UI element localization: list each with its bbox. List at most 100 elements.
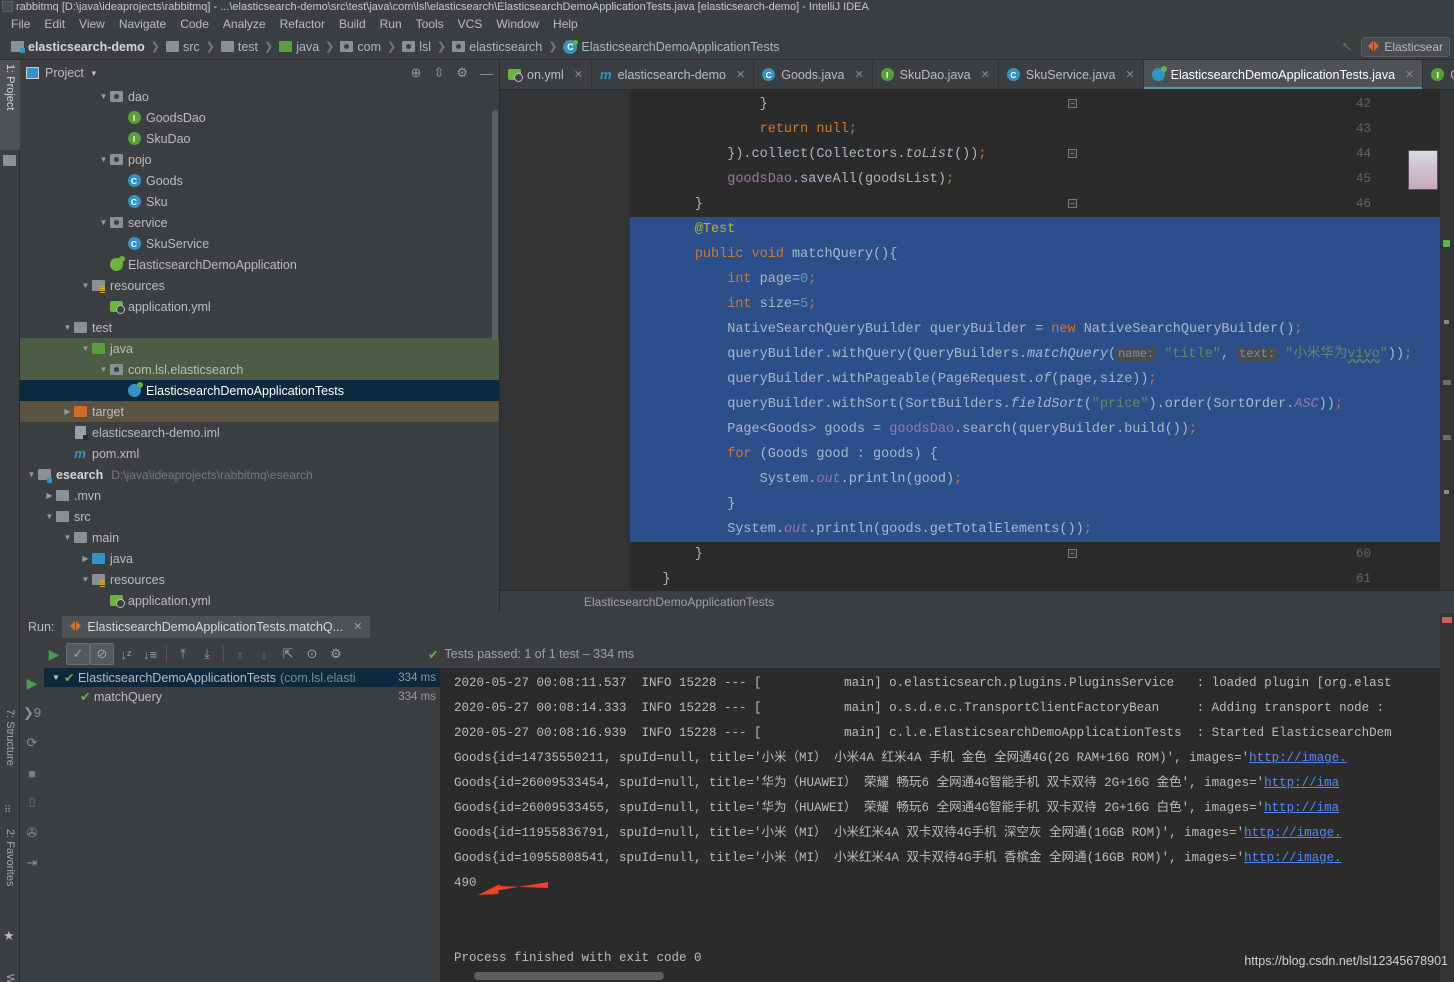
tree-item[interactable]: ▼ service: [20, 212, 499, 233]
breadcrumb-item-lsl[interactable]: lsl: [399, 39, 434, 55]
tree-expand-arrow[interactable]: ▼: [98, 365, 109, 374]
chevron-down-icon[interactable]: ▼: [90, 69, 98, 78]
tree-expand-arrow[interactable]: ▶: [44, 491, 55, 500]
console-output[interactable]: 2020-05-27 00:08:11.537 INFO 15228 --- […: [440, 668, 1440, 982]
tree-item[interactable]: ▼ dao: [20, 86, 499, 107]
project-tree[interactable]: ▼ dao I GoodsDao I SkuDao ▼ pojo C Goods C Sku ▼ serv…: [20, 86, 499, 613]
editor-tab[interactable]: ElasticsearchDemoApplicationTests.java ✕: [1143, 60, 1424, 89]
code-line[interactable]: int size=5;: [630, 292, 1454, 317]
tree-item[interactable]: C SkuService: [20, 233, 499, 254]
tree-item[interactable]: ▶ .mvn: [20, 485, 499, 506]
close-icon[interactable]: ✕: [1125, 68, 1134, 81]
rotate-icon[interactable]: ⟳: [20, 728, 44, 758]
code-line[interactable]: }: [630, 192, 1454, 217]
locate-icon[interactable]: ⊕: [411, 65, 422, 81]
tree-expand-arrow[interactable]: ▼: [80, 344, 91, 353]
collapse-all-icon[interactable]: ⤓: [195, 643, 219, 665]
close-icon[interactable]: ✕: [854, 68, 863, 81]
code-line[interactable]: return null;: [630, 117, 1454, 142]
code-line[interactable]: int page=0;: [630, 267, 1454, 292]
menu-help[interactable]: Help: [546, 15, 585, 33]
close-icon[interactable]: ✕: [1405, 68, 1414, 81]
tree-item[interactable]: ▼ java: [20, 338, 499, 359]
code-editor[interactable]: 42−4344−4546−4748−↻4950515253545556−5758…: [500, 90, 1454, 590]
menu-build[interactable]: Build: [332, 15, 373, 33]
code-line[interactable]: queryBuilder.withQuery(QueryBuilders.mat…: [630, 342, 1454, 367]
code-line[interactable]: Page<Goods> goods = goodsDao.search(quer…: [630, 417, 1454, 442]
code-line[interactable]: }: [630, 542, 1454, 567]
show-passed-icon[interactable]: ✓: [66, 643, 90, 665]
console-hyperlink[interactable]: http://image.: [1244, 851, 1342, 865]
editor-tab-bar[interactable]: on.yml ✕ m elasticsearch-demo ✕ C Goods.java ✕ I…: [500, 60, 1454, 90]
code-line[interactable]: @Test: [630, 217, 1454, 242]
close-icon[interactable]: ✕: [981, 68, 990, 81]
tree-item[interactable]: application.yml: [20, 296, 499, 317]
code-line[interactable]: for (Goods good : goods) {: [630, 442, 1454, 467]
run-configuration-selector[interactable]: Elasticsear: [1361, 36, 1450, 57]
editor-tab[interactable]: m elasticsearch-demo ✕: [592, 60, 755, 89]
test-tree-row[interactable]: ▼ ✔ ElasticsearchDemoApplicationTests (com…: [44, 668, 440, 687]
close-icon[interactable]: ✕: [574, 68, 583, 81]
tree-item[interactable]: ▼ esearch D:\java\ideaprojects\rabbitmq\es…: [20, 464, 499, 485]
sort-duration-icon[interactable]: ↓≡: [138, 643, 162, 665]
expand-all-icon[interactable]: ⤒: [171, 643, 195, 665]
tree-expand-arrow[interactable]: ▼: [62, 323, 73, 332]
code-line[interactable]: System.out.println(goods.getTotalElement…: [630, 517, 1454, 542]
console-vertical-scrollbar[interactable]: [1440, 613, 1454, 982]
tree-item[interactable]: application.yml: [20, 590, 499, 611]
close-icon[interactable]: ✕: [353, 620, 362, 633]
tree-expand-arrow[interactable]: ▼: [62, 533, 73, 542]
tree-item[interactable]: I GoodsDao: [20, 107, 499, 128]
tree-expand-arrow[interactable]: ▼: [26, 470, 37, 479]
menu-run[interactable]: Run: [373, 15, 409, 33]
menu-edit[interactable]: Edit: [37, 15, 72, 33]
tree-item[interactable]: ▼ com.lsl.elasticsearch: [20, 359, 499, 380]
camera-icon[interactable]: ⌷: [20, 788, 44, 818]
breadcrumb-item-elasticsearch[interactable]: elasticsearch: [449, 39, 545, 55]
console-hyperlink[interactable]: http://image.: [1244, 826, 1342, 840]
editor-tab[interactable]: I SkuDao.java ✕: [873, 60, 999, 89]
export-icon[interactable]: ⇱: [276, 643, 300, 665]
tree-expand-arrow[interactable]: ▶: [80, 554, 91, 563]
tree-item[interactable]: ▶ java: [20, 548, 499, 569]
stop-icon[interactable]: ■: [20, 758, 44, 788]
editor-tab[interactable]: C SkuService.java ✕: [999, 60, 1144, 89]
menu-vcs[interactable]: VCS: [451, 15, 490, 33]
back-arrow-icon[interactable]: ↑: [1338, 37, 1356, 55]
tree-expand-arrow[interactable]: ▼: [80, 281, 91, 290]
tree-item[interactable]: ▼ test: [20, 317, 499, 338]
editor-tab[interactable]: on.yml ✕: [500, 60, 593, 89]
tree-expand-arrow[interactable]: ▼: [98, 92, 109, 101]
code-line[interactable]: }: [630, 492, 1454, 517]
tool-window-web[interactable]: Web: [0, 970, 20, 982]
code-line[interactable]: }: [630, 567, 1454, 590]
menu-analyze[interactable]: Analyze: [216, 15, 273, 33]
tree-expand-arrow[interactable]: ▼: [80, 575, 91, 584]
breadcrumb-item-test[interactable]: test: [218, 39, 261, 55]
console-hyperlink[interactable]: http://ima: [1264, 776, 1339, 790]
run-tab-active[interactable]: ElasticsearchDemoApplicationTests.matchQ…: [62, 615, 371, 638]
console-hyperlink[interactable]: http://image.: [1249, 751, 1347, 765]
tree-item[interactable]: m pom.xml: [20, 443, 499, 464]
debug-icon[interactable]: ✇: [20, 818, 44, 848]
tree-expand-arrow[interactable]: ▼: [98, 155, 109, 164]
project-tree-scrollbar[interactable]: [492, 110, 498, 340]
tree-item[interactable]: ▼ resources: [20, 569, 499, 590]
code-line[interactable]: queryBuilder.withSort(SortBuilders.field…: [630, 392, 1454, 417]
run-icon[interactable]: ▶: [20, 668, 44, 698]
settings-icon[interactable]: ⚙: [324, 643, 348, 665]
code-lines[interactable]: } return null; }).collect(Collectors.toL…: [630, 90, 1454, 590]
tree-item[interactable]: ▼ pojo: [20, 149, 499, 170]
tool-window-favorites[interactable]: 2: Favorites: [0, 825, 20, 925]
prev-test-icon[interactable]: ↑: [228, 643, 252, 665]
code-line[interactable]: goodsDao.saveAll(goodsList);: [630, 167, 1454, 192]
editor-marker-bar[interactable]: [1440, 90, 1454, 590]
tree-item[interactable]: I SkuDao: [20, 128, 499, 149]
tree-expand-arrow[interactable]: ▼: [52, 673, 64, 682]
menu-file[interactable]: File: [4, 15, 37, 33]
console-horizontal-scrollbar[interactable]: [474, 972, 664, 980]
code-line[interactable]: public void matchQuery(){: [630, 242, 1454, 267]
code-line[interactable]: NativeSearchQueryBuilder queryBuilder = …: [630, 317, 1454, 342]
code-line[interactable]: }).collect(Collectors.toList());: [630, 142, 1454, 167]
editor-tab[interactable]: IGoodsD✕: [1423, 60, 1454, 89]
